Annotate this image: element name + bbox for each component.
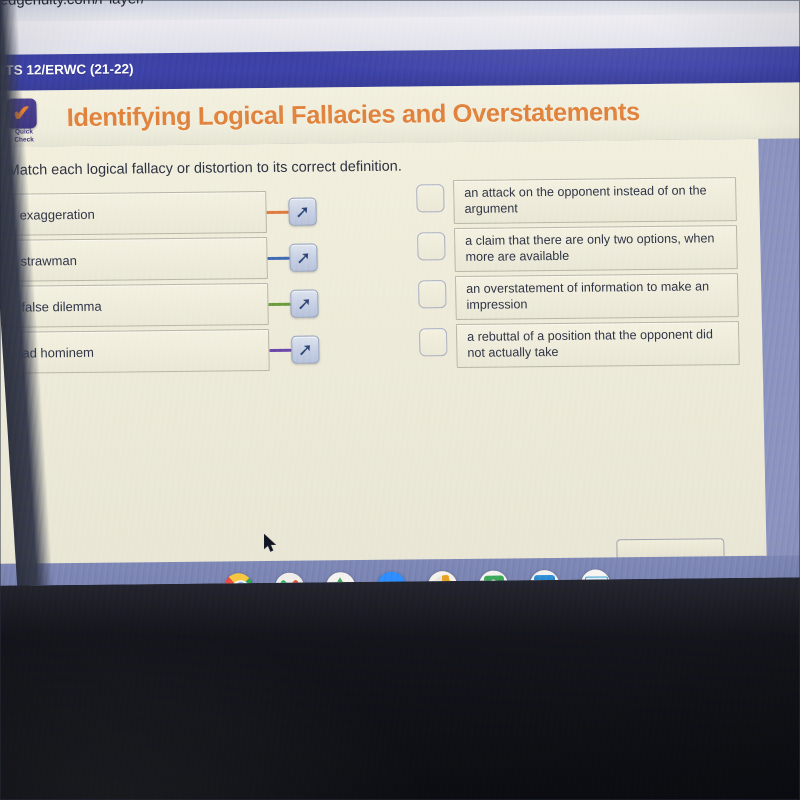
term-box-strawman[interactable]: strawman <box>7 236 268 282</box>
drop-target-checkbox[interactable] <box>418 328 448 357</box>
photo-of-laptop-screen: DELL arn.edgenuity.com/Player/ E ARTS 12… <box>0 0 800 800</box>
activity-content-panel: Match each logical fallacy or distortion… <box>0 138 767 568</box>
lesson-title-bar: Quick Check Identifying Logical Fallacie… <box>0 82 800 147</box>
definition-row[interactable]: a rebuttal of a position that the oppone… <box>418 321 740 372</box>
term-box-ad-hominem[interactable]: ad hominem <box>8 328 270 374</box>
laptop-deck: DELL <box>0 566 800 800</box>
definition-row[interactable]: an attack on the opponent instead of on … <box>416 177 737 228</box>
instruction-text: Match each logical fallacy or distortion… <box>7 158 402 179</box>
page-title: Identifying Logical Fallacies and Overst… <box>66 98 641 133</box>
definition-row[interactable]: an overstatement of information to make … <box>417 273 739 324</box>
connector-line-exaggeration <box>266 210 289 214</box>
definition-box-attack-opponent[interactable]: an attack on the opponent instead of on … <box>452 177 737 225</box>
term-row[interactable]: strawman <box>7 235 318 282</box>
address-bar-url[interactable]: arn.edgenuity.com/Player/ <box>0 0 145 9</box>
drop-target-checkbox[interactable] <box>417 280 447 309</box>
connector-line-ad-hominem <box>269 348 292 352</box>
term-row[interactable]: ad hominem <box>8 327 320 374</box>
curved-arrow-icon[interactable] <box>291 335 320 364</box>
definition-box-two-options[interactable]: a claim that there are only two options,… <box>453 225 738 273</box>
connector-line-strawman <box>267 256 290 260</box>
laptop-screen: arn.edgenuity.com/Player/ E ARTS 12/ERWC… <box>0 0 800 586</box>
drop-target-checkbox[interactable] <box>416 184 445 213</box>
curved-arrow-icon[interactable] <box>288 197 317 226</box>
term-box-exaggeration[interactable]: exaggeration <box>6 191 268 236</box>
term-row[interactable]: false dilemma <box>8 281 319 328</box>
curved-arrow-icon[interactable] <box>290 289 319 318</box>
curved-arrow-icon[interactable] <box>289 243 318 272</box>
connector-line-false-dilemma <box>268 302 291 306</box>
definition-box-rebuttal[interactable]: a rebuttal of a position that the oppone… <box>455 321 740 369</box>
drop-target-checkbox[interactable] <box>417 232 446 261</box>
definition-row[interactable]: a claim that there are only two options,… <box>417 225 738 276</box>
term-row[interactable]: exaggeration <box>6 189 317 236</box>
term-box-false-dilemma[interactable]: false dilemma <box>8 282 269 328</box>
definition-box-overstatement[interactable]: an overstatement of information to make … <box>454 273 739 321</box>
